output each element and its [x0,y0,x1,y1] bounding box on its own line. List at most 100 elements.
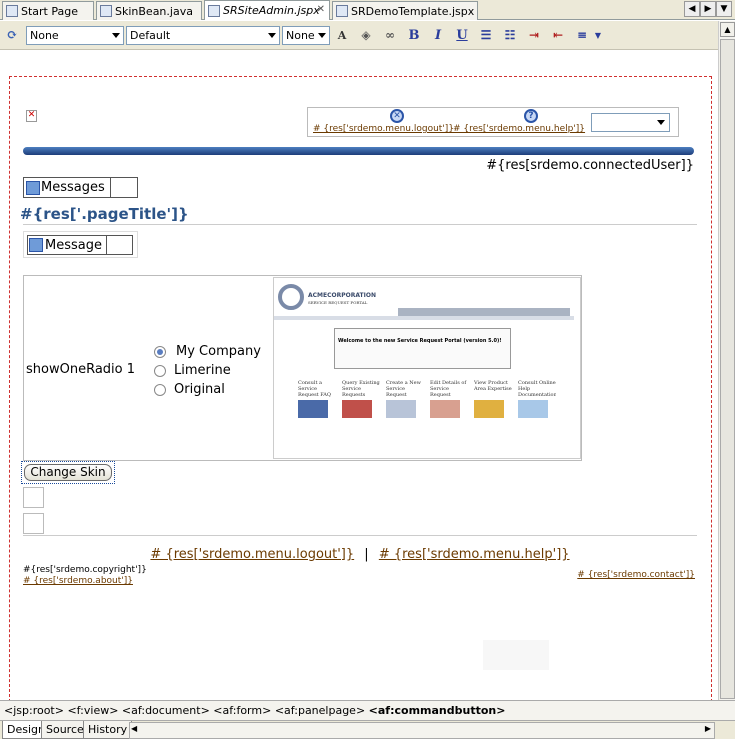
horizontal-scrollbar[interactable]: ◀ ▶ [129,722,715,739]
help-link[interactable]: # {res['srdemo.menu.help']} [453,124,585,134]
change-skin-button[interactable]: Change Skin [24,464,112,481]
tab-label: Start Page [21,4,78,18]
branding-bar [23,147,694,155]
preview-card: Consult a Service Request FAQ [298,380,336,418]
radio-unchecked-icon[interactable] [154,364,166,377]
preview-card: View Product Area Expertise [474,380,512,418]
radio-my-company[interactable]: My Company [154,342,261,361]
footer-help-link[interactable]: # {res['srdemo.menu.help']} [379,547,570,562]
preview-welcome: Welcome to the new Service Request Porta… [338,338,502,344]
skin-preview-image: ACMECORPORATION SERVICE REQUEST PORTAL W… [273,277,581,459]
divider [110,178,111,197]
preview-welcome-box: Welcome to the new Service Request Porta… [334,328,511,369]
css-class-value: Default [130,29,171,42]
formatting-toolbar: ⟳ None Default None A ◈ ∞ B I U ☰ ☷ ⇥ ⇤ … [0,21,735,50]
about-link[interactable]: # {res['srdemo.about']} [23,576,133,586]
footer-separator: | [364,547,369,562]
radio-option-label: My Company [176,344,261,359]
radio-unchecked-icon[interactable] [154,383,166,396]
refresh-icon[interactable]: ⟳ [4,27,20,43]
breadcrumb-current[interactable]: <af:commandbutton> [369,704,506,717]
radio-group-label: showOneRadio 1 [26,362,136,377]
change-skin-focus: Change Skin [21,461,115,484]
chevron-down-icon [268,33,276,38]
css-class-select[interactable]: Default [126,26,280,45]
chevron-down-icon[interactable]: ▼ [590,27,606,43]
indent-icon[interactable]: ⇥ [526,27,542,43]
message-component[interactable]: Message [27,235,133,255]
block-format-select[interactable]: None [26,26,124,45]
empty-component[interactable] [23,513,44,534]
preview-nav-bar [398,308,570,316]
faded-artifact [483,640,549,670]
outdent-icon[interactable]: ⇤ [550,27,566,43]
tab-skinbean-java[interactable]: SkinBean.java [96,1,202,20]
title-divider [23,224,697,225]
divider [106,236,107,254]
numbered-list-icon[interactable]: ☰ [478,27,494,43]
radio-option-label: Original [174,382,225,397]
radio-limerine[interactable]: Limerine [154,361,261,380]
messages-component[interactable]: Messages [23,177,138,198]
empty-component[interactable] [23,487,44,508]
bold-icon[interactable]: B [406,27,422,43]
breadcrumb-item[interactable]: <af:form> [213,704,271,717]
chevron-down-icon [657,120,665,125]
preview-card: Edit Details of Service Request [430,380,468,418]
preview-cards: Consult a Service Request FAQ Query Exis… [298,380,574,418]
breadcrumb-item[interactable]: <af:document> [122,704,210,717]
align-icon[interactable]: ≡ [574,27,590,43]
preview-rule [274,316,574,320]
page-title: #{res['.pageTitle']} [20,205,189,223]
logout-link[interactable]: # {res['srdemo.menu.logout']} [313,124,454,134]
breadcrumb-item[interactable]: <af:panelpage> [275,704,365,717]
logout-icon[interactable]: ✕ [390,109,404,123]
jspx-file-icon [208,4,220,17]
start-page-icon [6,5,18,17]
scroll-right-icon[interactable]: ▶ [705,724,711,733]
italic-icon[interactable]: I [430,27,446,43]
message-wrapper: Message [23,231,138,258]
scroll-tabs-left-icon[interactable]: ◀ [684,1,700,17]
block-format-value: None [30,29,59,42]
tab-srsiteadmin-jspx[interactable]: SRSiteAdmin.jspx ✕ [204,0,330,20]
font-size-select[interactable]: None [282,26,330,45]
close-tab-icon[interactable]: ✕ [317,4,325,15]
tab-history[interactable]: History [83,721,133,739]
chevron-down-icon [318,33,326,38]
scroll-tabs-right-icon[interactable]: ▶ [700,1,716,17]
radio-checked-icon[interactable] [154,345,166,358]
messages-icon [26,180,40,195]
link-icon[interactable]: ∞ [382,27,398,43]
preview-card: Consult Online Help Documentation [518,380,556,418]
tab-srdemotemplate-jspx[interactable]: SRDemoTemplate.jspx [332,1,478,20]
editor-mode-tabs: Design Source History ◀ ▶ [0,720,735,739]
tab-label: SRDemoTemplate.jspx [351,4,475,18]
skin-select[interactable] [591,113,670,132]
contact-link[interactable]: # {res['srdemo.contact']} [577,570,695,580]
design-canvas: ✕ ✕ ? # {res['srdemo.menu.logout']} # {r… [0,50,718,702]
breadcrumb-item[interactable]: <jsp:root> [4,704,64,717]
scroll-thumb[interactable] [720,39,735,699]
tab-list-icon[interactable]: ▼ [716,1,732,17]
footer-menu: # {res['srdemo.menu.logout']} | # {res['… [0,547,718,562]
vertical-scrollbar[interactable]: ▲ ▼ [718,21,735,716]
message-icon [29,238,43,252]
font-color-icon[interactable]: A [334,27,350,43]
font-size-value: None [286,29,315,42]
footer-divider [23,535,697,536]
tab-start-page[interactable]: Start Page [2,1,94,20]
tab-label: SkinBean.java [115,4,193,18]
highlight-icon[interactable]: ◈ [358,27,374,43]
bullet-list-icon[interactable]: ☷ [502,27,518,43]
jspx-file-icon [336,5,348,17]
scroll-up-icon[interactable]: ▲ [720,22,735,37]
breadcrumb-item[interactable]: <f:view> [67,704,118,717]
underline-icon[interactable]: U [454,27,470,43]
help-icon[interactable]: ? [524,109,538,123]
footer-logout-link[interactable]: # {res['srdemo.menu.logout']} [150,547,354,562]
tab-source[interactable]: Source [41,721,89,739]
scroll-left-icon[interactable]: ◀ [131,724,137,733]
skin-panel: showOneRadio 1 My Company Limerine Origi… [23,275,582,461]
radio-original[interactable]: Original [154,380,261,399]
